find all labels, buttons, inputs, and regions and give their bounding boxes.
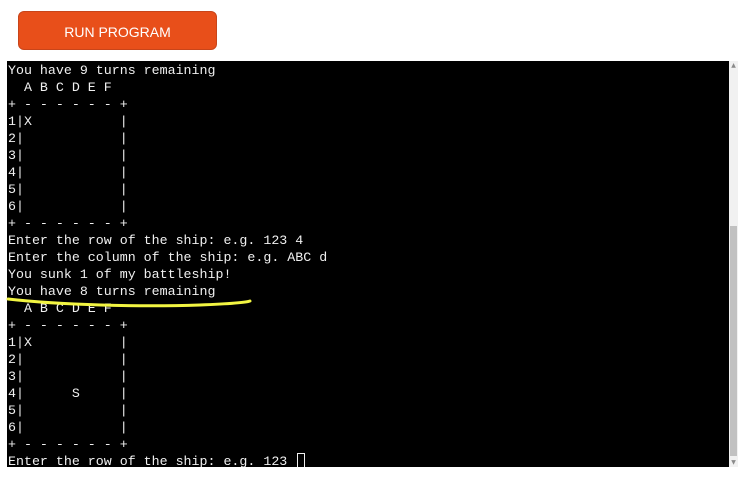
terminal-prompt: Enter the row of the ship: e.g. 123 (8, 454, 296, 467)
terminal-line: 3| | (8, 369, 128, 384)
terminal-line: Enter the column of the ship: e.g. ABC d (8, 250, 328, 265)
terminal-line: 4| | (8, 165, 128, 180)
terminal-line: A B C D E F (8, 80, 112, 95)
terminal-line: You have 9 turns remaining (8, 63, 216, 78)
terminal-line: 1|X | (8, 114, 128, 129)
terminal-line: You sunk 1 of my battleship! (8, 267, 232, 282)
terminal-line: A B C D E F (8, 301, 112, 316)
text-cursor[interactable] (297, 453, 306, 467)
terminal-scrollbar[interactable]: ▲ ▼ (729, 61, 738, 467)
scroll-up-icon[interactable]: ▲ (729, 61, 738, 70)
terminal-line: 2| | (8, 131, 128, 146)
terminal-line: 3| | (8, 148, 128, 163)
run-program-button[interactable]: RUN PROGRAM (18, 11, 217, 50)
terminal-lines: You have 9 turns remaining A B C D E F + … (8, 62, 327, 467)
terminal-line: 2| | (8, 352, 128, 367)
terminal-line: 6| | (8, 199, 128, 214)
terminal-line: You have 8 turns remaining (8, 284, 216, 299)
terminal-line: + - - - - - - + (8, 318, 128, 333)
terminal-line: + - - - - - - + (8, 437, 128, 452)
scrollbar-thumb[interactable] (730, 226, 737, 456)
terminal-prompt-line[interactable]: Enter the row of the ship: e.g. 123 (8, 453, 327, 467)
terminal-line: 5| | (8, 403, 128, 418)
terminal-line: + - - - - - - + (8, 97, 128, 112)
terminal-line: 6| | (8, 420, 128, 435)
terminal-line: 5| | (8, 182, 128, 197)
terminal-line: + - - - - - - + (8, 216, 128, 231)
terminal-line: 4| S | (8, 386, 128, 401)
terminal-line: Enter the row of the ship: e.g. 123 4 (8, 233, 304, 248)
scroll-down-icon[interactable]: ▼ (729, 458, 738, 467)
terminal-output[interactable]: You have 9 turns remaining A B C D E F + … (7, 61, 729, 467)
terminal-line: 1|X | (8, 335, 128, 350)
